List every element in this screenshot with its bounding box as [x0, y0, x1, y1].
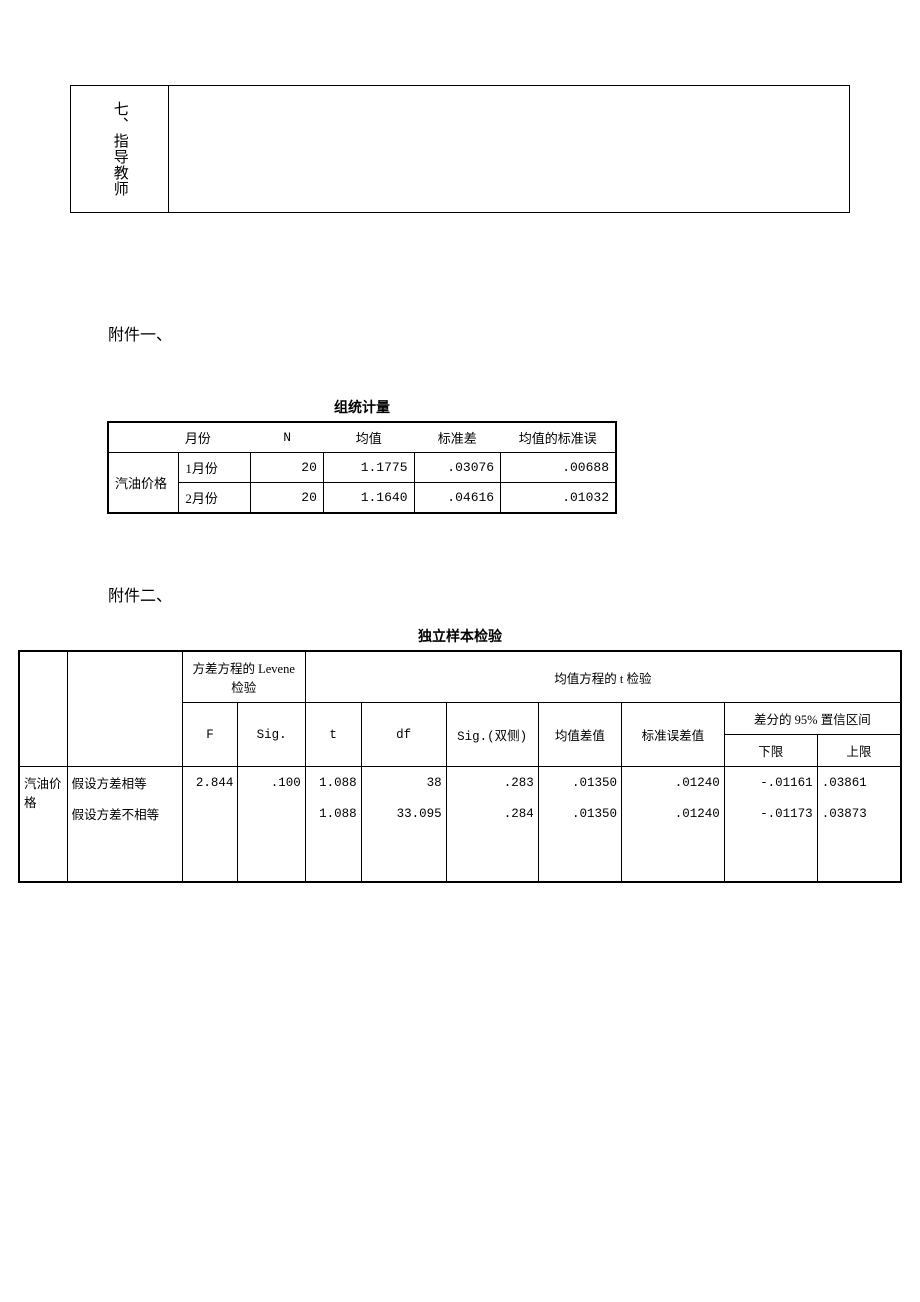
- blank-cell: [19, 651, 67, 767]
- col-header: F: [182, 703, 238, 767]
- cell-month: 2月份: [179, 483, 251, 514]
- cell-upper: .03873: [817, 798, 901, 829]
- col-header: 月份: [179, 422, 251, 453]
- cell-t: 1.088: [305, 767, 361, 799]
- cell-F: [182, 798, 238, 829]
- cell-n: 20: [251, 483, 324, 514]
- page: 七、指导教师 附件一、 组统计量 月份 N 均值 标准差 均值的标准误 汽油价格…: [0, 0, 920, 883]
- group-header-ttest: 均值方程的 t 检验: [305, 651, 901, 703]
- col-header: 均值差值: [538, 703, 621, 767]
- table-row: 汽油价格 1月份 20 1.1775 .03076 .00688: [108, 453, 616, 483]
- table-row: 汽油价格 假设方差相等 2.844 .100 1.088 38 .283 .01…: [19, 767, 901, 799]
- col-header: Sig.(双侧): [446, 703, 538, 767]
- cell-sd: .04616: [414, 483, 501, 514]
- attachment2-heading: 附件二、: [108, 582, 920, 606]
- table-row-padding: [19, 829, 901, 882]
- cell-lower: -.01161: [724, 767, 817, 799]
- col-header: Sig.: [238, 703, 305, 767]
- section-label: 七、指导教师: [111, 101, 128, 197]
- cell-mean: 1.1640: [323, 483, 414, 514]
- cell-assumption: 假设方差相等: [67, 767, 182, 799]
- cell-upper: .03861: [817, 767, 901, 799]
- col-header: N: [251, 422, 324, 453]
- cell-sediff: .01240: [622, 798, 725, 829]
- col-header: 均值的标准误: [501, 422, 616, 453]
- blank-cell: [238, 829, 305, 882]
- table1-title: 组统计量: [107, 397, 617, 421]
- col-header: [108, 422, 179, 453]
- cell-sem: .00688: [501, 453, 616, 483]
- section-label-cell: 七、指导教师: [71, 86, 169, 212]
- col-header: t: [305, 703, 361, 767]
- table-header-row: 方差方程的 Levene 检验 均值方程的 t 检验: [19, 651, 901, 703]
- table-row: 假设方差不相等 1.088 33.095 .284 .01350 .01240 …: [19, 798, 901, 829]
- col-header: 均值: [323, 422, 414, 453]
- row-label: 汽油价格: [108, 453, 179, 514]
- table2-title: 独立样本检验: [18, 626, 902, 650]
- cell-sig: [238, 798, 305, 829]
- blank-cell: [67, 651, 182, 767]
- blank-cell: [305, 829, 361, 882]
- blank-cell: [724, 829, 817, 882]
- blank-cell: [361, 829, 446, 882]
- cell-meandiff: .01350: [538, 767, 621, 799]
- blank-cell: [182, 829, 238, 882]
- section-box-wrap: 七、指导教师: [70, 85, 850, 213]
- cell-df: 38: [361, 767, 446, 799]
- table2-wrap: 独立样本检验 方差方程的 Levene 检验 均值方程的 t 检验 F Sig.…: [18, 626, 902, 883]
- section-box: 七、指导教师: [70, 85, 850, 213]
- group-statistics-table: 月份 N 均值 标准差 均值的标准误 汽油价格 1月份 20 1.1775 .0…: [107, 421, 617, 514]
- cell-sig2: .283: [446, 767, 538, 799]
- cell-sig2: .284: [446, 798, 538, 829]
- cell-month: 1月份: [179, 453, 251, 483]
- cell-df: 33.095: [361, 798, 446, 829]
- table-row: 2月份 20 1.1640 .04616 .01032: [108, 483, 616, 514]
- table1-wrap: 组统计量 月份 N 均值 标准差 均值的标准误 汽油价格 1月份 20 1.17…: [107, 397, 617, 514]
- col-header: 标准误差值: [622, 703, 725, 767]
- cell-meandiff: .01350: [538, 798, 621, 829]
- cell-sediff: .01240: [622, 767, 725, 799]
- cell-sem: .01032: [501, 483, 616, 514]
- col-header: df: [361, 703, 446, 767]
- cell-assumption: 假设方差不相等: [67, 798, 182, 829]
- row-label: 汽油价格: [19, 767, 67, 883]
- cell-sd: .03076: [414, 453, 501, 483]
- col-header: 下限: [724, 735, 817, 767]
- cell-n: 20: [251, 453, 324, 483]
- blank-cell: [67, 829, 182, 882]
- independent-samples-test-table: 方差方程的 Levene 检验 均值方程的 t 检验 F Sig. t df S…: [18, 650, 902, 883]
- cell-lower: -.01173: [724, 798, 817, 829]
- blank-cell: [622, 829, 725, 882]
- group-header-ci: 差分的 95% 置信区间: [724, 703, 901, 735]
- blank-cell: [446, 829, 538, 882]
- group-header-levene: 方差方程的 Levene 检验: [182, 651, 305, 703]
- cell-mean: 1.1775: [323, 453, 414, 483]
- cell-F: 2.844: [182, 767, 238, 799]
- cell-t: 1.088: [305, 798, 361, 829]
- table-header-row: 月份 N 均值 标准差 均值的标准误: [108, 422, 616, 453]
- col-header: 上限: [817, 735, 901, 767]
- blank-cell: [538, 829, 621, 882]
- blank-cell: [817, 829, 901, 882]
- col-header: 标准差: [414, 422, 501, 453]
- attachment1-heading: 附件一、: [108, 321, 920, 345]
- cell-sig: .100: [238, 767, 305, 799]
- section-content-empty: [169, 86, 849, 212]
